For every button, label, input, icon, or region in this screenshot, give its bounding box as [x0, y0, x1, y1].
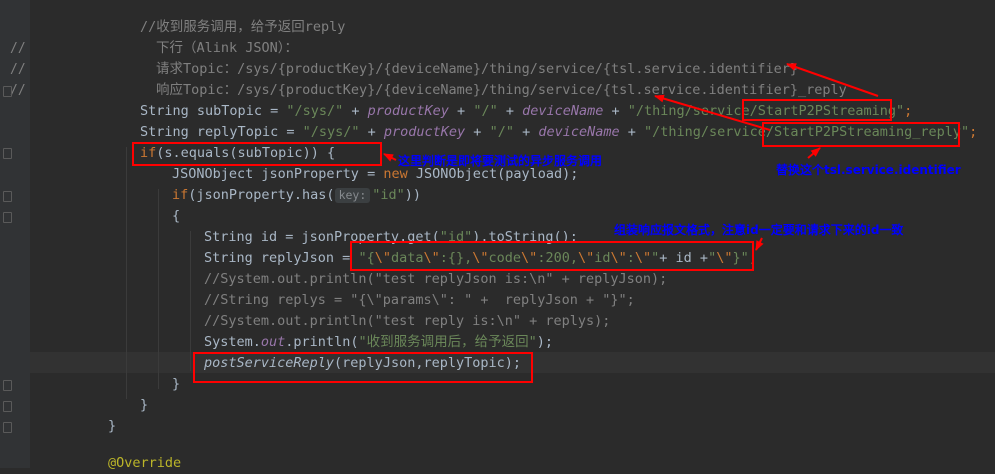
annotation-arrows — [383, 63, 879, 251]
arrow-to-reply-topic — [654, 94, 771, 131]
arrow-to-request-topic — [786, 63, 879, 97]
arrow-to-replytopic-box — [807, 147, 821, 159]
arrow-to-replyjson-box — [755, 237, 764, 251]
arrow-to-if-box — [383, 153, 397, 162]
